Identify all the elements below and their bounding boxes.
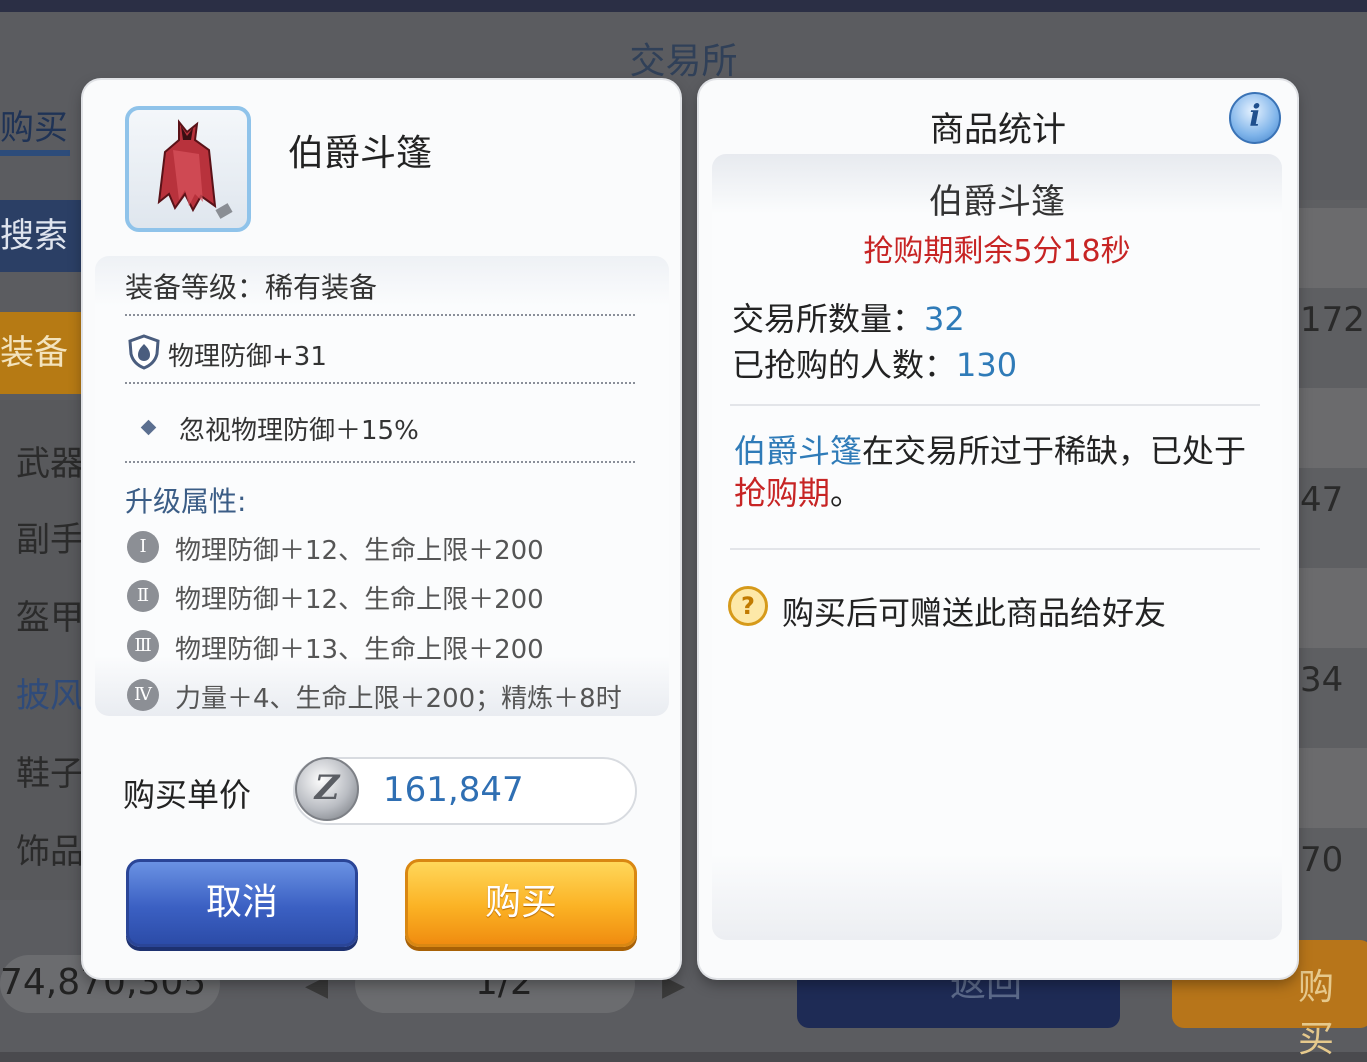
category-offhand[interactable]: 副手	[16, 512, 84, 561]
tier-2-icon: Ⅱ	[127, 580, 159, 612]
tab-buy[interactable]: 购买	[0, 100, 68, 149]
zeny-coin-icon: Z	[295, 757, 359, 821]
divider	[125, 461, 635, 463]
stats-title: 商品统计	[930, 110, 1066, 150]
buyers-count-label: 已抢购的人数：	[732, 346, 957, 384]
ignore-defense-stat: 忽视物理防御＋15%	[179, 416, 419, 446]
category-accessory[interactable]: 饰品	[16, 824, 84, 873]
attribute-box: 装备等级：稀有装备 物理防御+31 忽视物理防御＋15% 升级属性: Ⅰ 物理防…	[95, 256, 669, 716]
question-icon[interactable]: ?	[728, 586, 768, 626]
upgrade-title: 升级属性:	[125, 485, 247, 518]
listing-count: 47	[1300, 480, 1344, 520]
tab-underline	[0, 150, 70, 156]
exchange-title: 交易所	[629, 41, 738, 82]
scarce-end: 。	[830, 474, 863, 512]
cloak-item-icon	[125, 106, 251, 232]
exchange-quantity-label: 交易所数量：	[732, 300, 925, 338]
category-armor[interactable]: 盔甲	[16, 590, 84, 639]
divider	[730, 548, 1260, 550]
rush-timer: 抢购期剩余5分18秒	[863, 234, 1131, 269]
buyers-count-value: 130	[956, 346, 1018, 384]
upgrade-row: 物理防御＋12、生命上限＋200	[175, 585, 544, 615]
tier-4-icon: Ⅳ	[127, 679, 159, 711]
shield-icon	[127, 334, 161, 374]
rush-period-text: 抢购期	[734, 474, 831, 512]
equip-grade: 装备等级：稀有装备	[125, 271, 378, 304]
listing-count: 172	[1300, 300, 1365, 340]
buy-button[interactable]: 购买	[405, 859, 637, 947]
category-cloak[interactable]: 披风	[16, 668, 84, 717]
divider	[125, 314, 635, 316]
background-buy-label: 购买	[1298, 967, 1335, 1060]
listing-count: 34	[1300, 660, 1344, 700]
item-name: 伯爵斗篷	[288, 133, 433, 174]
physical-defense-stat: 物理防御+31	[168, 342, 327, 372]
listing-card[interactable]	[1298, 388, 1367, 468]
upgrade-row: 物理防御＋12、生命上限＋200	[175, 536, 544, 566]
listing-card[interactable]	[1298, 748, 1367, 828]
info-icon[interactable]: i	[1229, 92, 1281, 144]
tier-3-icon: Ⅲ	[127, 630, 159, 662]
stats-box: 伯爵斗篷 抢购期剩余5分18秒 交易所数量：32 已抢购的人数：130 伯爵斗篷…	[712, 154, 1282, 940]
upgrade-row: 物理防御＋13、生命上限＋200	[175, 635, 544, 665]
divider	[125, 382, 635, 384]
top-strip	[0, 0, 1367, 12]
exchange-quantity: 交易所数量：32	[732, 294, 965, 340]
product-stats-panel: 商品统计 i 伯爵斗篷 抢购期剩余5分18秒 交易所数量：32 已抢购的人数：1…	[699, 80, 1297, 978]
item-purchase-panel: 伯爵斗篷 装备等级：稀有装备 物理防御+31 忽视物理防御＋15% 升级属性: …	[83, 80, 680, 978]
scarce-item-link: 伯爵斗篷	[734, 432, 863, 470]
stats-item-name: 伯爵斗篷	[929, 182, 1065, 222]
price-value: 161,847	[383, 770, 524, 810]
divider	[730, 404, 1260, 406]
gift-note: 购买后可赠送此商品给好友	[782, 594, 1167, 632]
category-shoes[interactable]: 鞋子	[16, 746, 84, 795]
listing-card[interactable]	[1298, 568, 1367, 648]
price-label: 购买单价	[123, 776, 252, 814]
scarce-text: 在交易所过于稀缺，已处于	[862, 432, 1247, 470]
diamond-bullet-icon	[140, 419, 157, 436]
exchange-quantity-value: 32	[924, 300, 965, 338]
listing-count: 70	[1300, 840, 1344, 880]
category-weapon[interactable]: 武器	[16, 436, 84, 485]
tier-1-icon: Ⅰ	[127, 531, 159, 563]
buyers-count: 已抢购的人数：130	[732, 340, 1017, 386]
cancel-button[interactable]: 取消	[126, 859, 358, 947]
listing-card[interactable]	[1298, 208, 1367, 288]
scarcity-notice: 伯爵斗篷在交易所过于稀缺，已处于抢购期。	[734, 430, 1274, 514]
upgrade-row: 力量＋4、生命上限＋200；精炼＋8时	[175, 684, 622, 714]
